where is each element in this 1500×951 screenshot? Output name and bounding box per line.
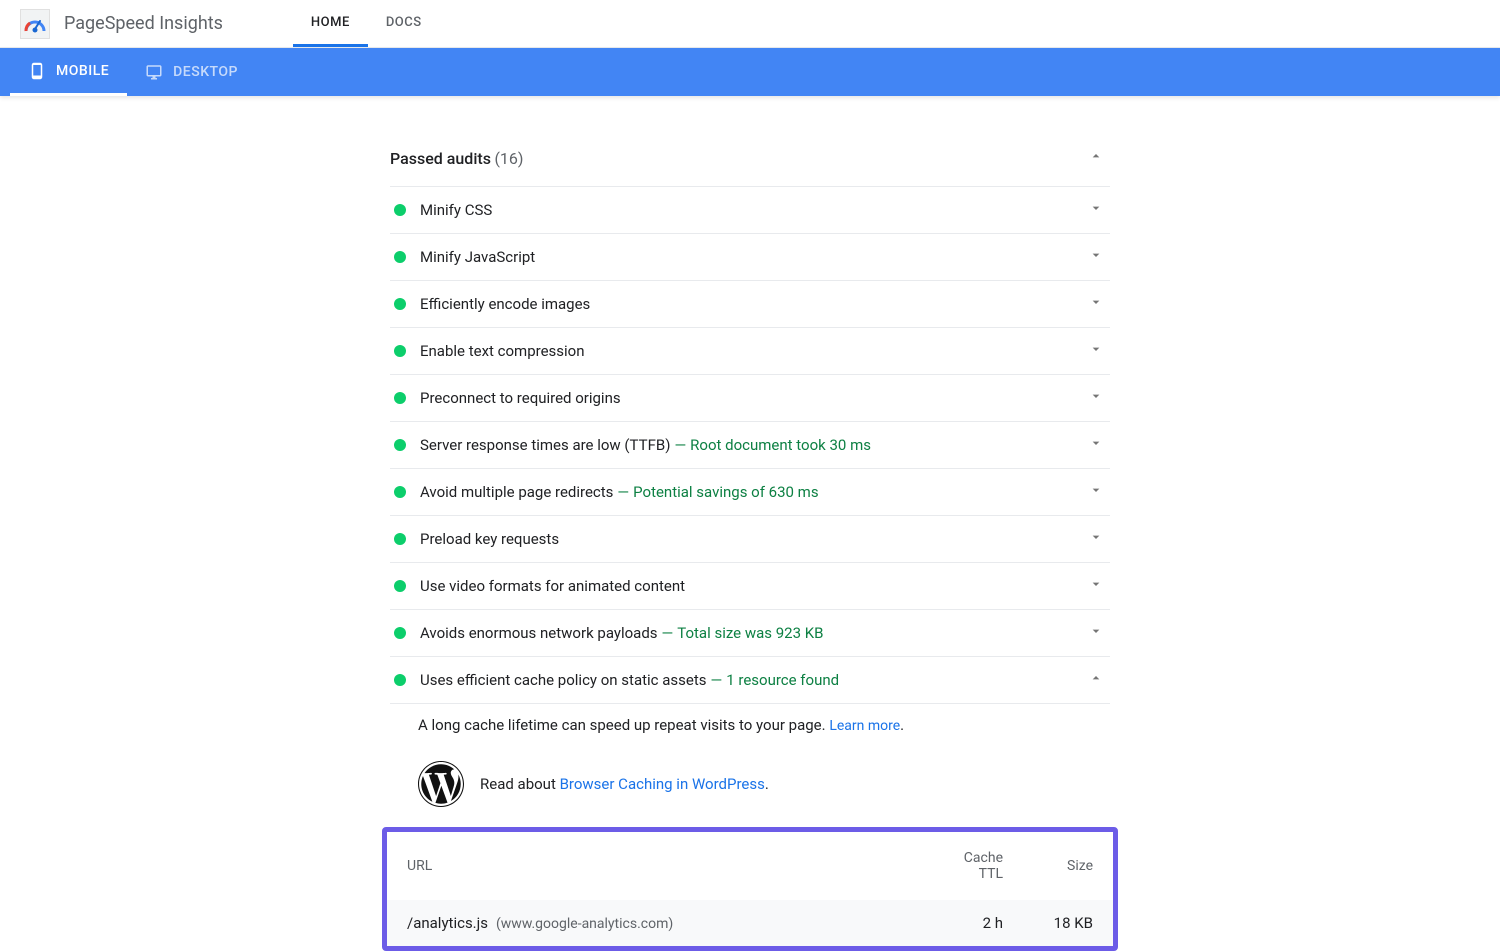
- chevron-down-icon: [1088, 623, 1110, 643]
- table-row: /analytics.js(www.google-analytics.com) …: [387, 900, 1113, 946]
- chevron-down-icon: [1088, 247, 1110, 267]
- status-pass-icon: [394, 251, 406, 263]
- audit-description-period: .: [900, 716, 904, 734]
- audit-detail: 1 resource found: [726, 671, 839, 689]
- wp-suffix: .: [765, 775, 769, 793]
- resource-path: /analytics.js: [407, 914, 488, 932]
- status-pass-icon: [394, 674, 406, 686]
- status-pass-icon: [394, 345, 406, 357]
- device-tab-desktop[interactable]: DESKTOP: [127, 48, 256, 96]
- audit-row[interactable]: Enable text compression: [390, 328, 1110, 375]
- audit-detail: Root document took 30 ms: [690, 436, 871, 454]
- th-cache-ttl: Cache TTL: [933, 832, 1023, 900]
- audit-list: Minify CSS Minify JavaScript Efficiently e…: [390, 187, 1110, 704]
- audit-detail-separator: —: [662, 624, 674, 642]
- status-pass-icon: [394, 580, 406, 592]
- status-pass-icon: [394, 486, 406, 498]
- audit-detail: Total size was 923 KB: [677, 624, 823, 642]
- audit-row[interactable]: Efficiently encode images: [390, 281, 1110, 328]
- wordpress-row: Read about Browser Caching in WordPress.: [390, 753, 1110, 827]
- status-pass-icon: [394, 627, 406, 639]
- audit-detail-separator: —: [617, 483, 629, 501]
- audit-row[interactable]: Avoid multiple page redirects — Potentia…: [390, 469, 1110, 516]
- audit-detail: Potential savings of 630 ms: [633, 483, 818, 501]
- audit-title: Preconnect to required origins: [420, 389, 621, 407]
- section-title: Passed audits: [390, 149, 491, 168]
- audit-title: Efficiently encode images: [420, 295, 590, 313]
- audit-row[interactable]: Use video formats for animated content: [390, 563, 1110, 610]
- passed-audits-header[interactable]: Passed audits (16): [390, 138, 1110, 187]
- chevron-down-icon: [1088, 200, 1110, 220]
- resource-ttl: 2 h: [933, 900, 1023, 946]
- section-count: (16): [494, 149, 523, 168]
- mobile-icon: [28, 62, 46, 80]
- audit-title: Avoids enormous network payloads: [420, 624, 658, 642]
- audit-description: A long cache lifetime can speed up repea…: [418, 716, 829, 734]
- audit-title: Minify JavaScript: [420, 248, 535, 266]
- audit-row[interactable]: Preconnect to required origins: [390, 375, 1110, 422]
- status-pass-icon: [394, 533, 406, 545]
- learn-more-link[interactable]: Learn more: [829, 718, 900, 734]
- device-tab-mobile[interactable]: MOBILE: [10, 48, 127, 96]
- audit-row[interactable]: Server response times are low (TTFB) — R…: [390, 422, 1110, 469]
- top-tabs: HOME DOCS: [293, 0, 440, 47]
- wordpress-logo: [418, 761, 464, 807]
- resource-size: 18 KB: [1023, 900, 1113, 946]
- resource-table-highlight: URL Cache TTL Size /analytics.js (www.goo…: [382, 827, 1118, 951]
- status-pass-icon: [394, 392, 406, 404]
- audit-detail-separator: —: [711, 671, 723, 689]
- status-pass-icon: [394, 204, 406, 216]
- audit-row[interactable]: Avoids enormous network payloads — Total…: [390, 610, 1110, 657]
- audit-title: Enable text compression: [420, 342, 585, 360]
- audit-title: Minify CSS: [420, 201, 492, 219]
- status-pass-icon: [394, 298, 406, 310]
- audit-row[interactable]: Minify CSS: [390, 187, 1110, 234]
- audit-title: Use video formats for animated content: [420, 577, 685, 595]
- chevron-down-icon: [1088, 388, 1110, 408]
- audit-description-row: A long cache lifetime can speed up repea…: [390, 704, 1110, 753]
- resource-table: URL Cache TTL Size /analytics.js (www.goo…: [387, 832, 1113, 946]
- audit-detail-separator: —: [674, 436, 686, 454]
- app-logo: [20, 9, 50, 39]
- top-header: PageSpeed Insights HOME DOCS: [0, 0, 1500, 48]
- main-content: Passed audits (16) Minify CSS Minify Java…: [390, 96, 1110, 951]
- chevron-up-icon: [1088, 148, 1110, 168]
- chevron-down-icon: [1088, 341, 1110, 361]
- chevron-down-icon: [1088, 482, 1110, 502]
- chevron-down-icon: [1088, 294, 1110, 314]
- audit-title: Uses efficient cache policy on static as…: [420, 671, 707, 689]
- resource-domain: (www.google-analytics.com): [496, 916, 673, 932]
- tab-home[interactable]: HOME: [293, 0, 368, 47]
- th-url: URL: [387, 832, 933, 900]
- chevron-down-icon: [1088, 529, 1110, 549]
- device-tab-mobile-label: MOBILE: [56, 63, 109, 79]
- status-pass-icon: [394, 439, 406, 451]
- audit-row[interactable]: Minify JavaScript: [390, 234, 1110, 281]
- audit-title: Avoid multiple page redirects: [420, 483, 613, 501]
- audit-title: Server response times are low (TTFB): [420, 436, 670, 454]
- audit-row[interactable]: Preload key requests: [390, 516, 1110, 563]
- device-tabs-bar: MOBILE DESKTOP: [0, 48, 1500, 96]
- chevron-up-icon: [1088, 670, 1110, 690]
- desktop-icon: [145, 63, 163, 81]
- audit-title: Preload key requests: [420, 530, 559, 548]
- device-tab-desktop-label: DESKTOP: [173, 64, 238, 80]
- wp-link[interactable]: Browser Caching in WordPress: [560, 775, 765, 793]
- chevron-down-icon: [1088, 435, 1110, 455]
- tab-docs[interactable]: DOCS: [368, 0, 440, 47]
- th-size: Size: [1023, 832, 1113, 900]
- wp-prefix: Read about: [480, 775, 560, 793]
- chevron-down-icon: [1088, 576, 1110, 596]
- audit-row[interactable]: Uses efficient cache policy on static as…: [390, 657, 1110, 704]
- app-title: PageSpeed Insights: [64, 13, 223, 34]
